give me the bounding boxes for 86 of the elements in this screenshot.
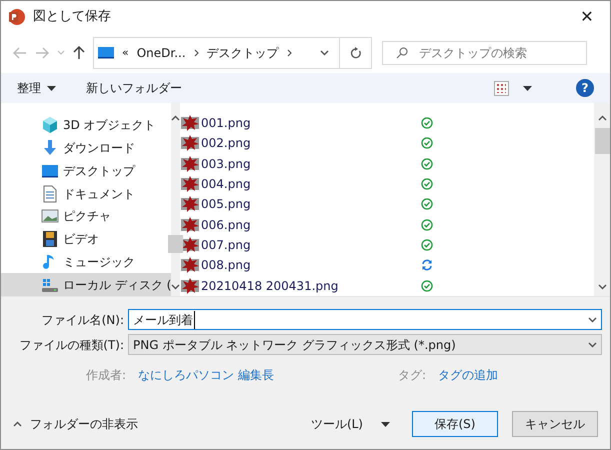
new-folder-button[interactable]: 新しいフォルダー — [86, 79, 182, 97]
png-file-icon — [181, 278, 199, 294]
dropdown-chevron-icon[interactable] — [320, 50, 328, 56]
filename-field[interactable]: メール到着 — [128, 309, 602, 330]
search-icon — [396, 47, 408, 59]
file-name[interactable]: 004.png — [201, 175, 251, 194]
view-options-button[interactable] — [494, 80, 532, 96]
grid-view-icon — [494, 80, 509, 96]
sync-icon — [421, 259, 433, 272]
sidebar-item[interactable]: ピクチャ — [1, 205, 172, 228]
hide-folders-button[interactable]: フォルダーの非表示 — [13, 415, 138, 433]
author-link[interactable]: なにしろパソコン 編集長 — [138, 366, 350, 384]
sidebar-item[interactable]: ビデオ — [1, 228, 172, 250]
check-circle-icon — [421, 280, 433, 292]
cube-icon — [41, 116, 59, 134]
file-name[interactable]: 005.png — [201, 195, 251, 214]
address-bar[interactable]: « OneDr... デスクトップ — [93, 37, 372, 69]
tags-label: タグ: — [398, 367, 426, 384]
app-logo-icon — [9, 9, 25, 25]
field-label: ファイルの種類(T): — [18, 336, 124, 354]
check-circle-icon — [421, 178, 433, 190]
file-name[interactable]: 006.png — [201, 216, 251, 234]
check-circle-icon — [421, 137, 433, 150]
image-icon — [41, 207, 59, 226]
organize-menu-button[interactable]: 整理 — [17, 79, 56, 97]
png-file-icon — [181, 257, 199, 274]
up-arrow-icon[interactable] — [73, 46, 85, 60]
monitor-icon — [98, 47, 114, 59]
tags-link[interactable]: タグの追加 — [438, 366, 498, 384]
filename-value: メール到着 — [133, 310, 195, 328]
window-title: 図として保存 — [33, 8, 111, 26]
file-name[interactable]: 002.png — [201, 134, 251, 152]
refresh-icon[interactable] — [350, 46, 362, 60]
tools-menu-button[interactable]: ツール(L) — [310, 415, 390, 433]
file-name[interactable]: 007.png — [201, 236, 251, 254]
png-file-icon — [181, 156, 199, 172]
path-segment[interactable]: OneDr... — [136, 44, 186, 62]
sidebar-item[interactable]: 3D オブジェクト — [1, 114, 172, 137]
breadcrumb-chevron-icon[interactable] — [194, 49, 199, 57]
caret-icon — [47, 86, 56, 90]
caret-icon — [381, 422, 390, 426]
breadcrumb-chevron-icon[interactable] — [286, 49, 292, 57]
save-button[interactable]: 保存(S) — [412, 411, 498, 437]
file-type-dropdown[interactable]: PNG ポータブル ネットワーク グラフィックス形式 (*.png) — [128, 334, 602, 355]
close-button[interactable]: ✕ — [572, 3, 602, 31]
sidebar-item[interactable]: ミュージック — [1, 250, 172, 274]
file-name[interactable]: 001.png — [201, 114, 251, 132]
png-file-icon — [181, 176, 199, 192]
png-file-icon — [181, 115, 199, 132]
cancel-button[interactable]: キャンセル — [512, 411, 598, 437]
file-name[interactable]: 003.png — [201, 154, 251, 173]
file-name[interactable]: 008.png — [201, 256, 251, 274]
document-icon — [41, 184, 59, 203]
file-name[interactable]: 20210418 200431.png — [201, 276, 338, 295]
overflow-chevrons[interactable]: « — [122, 44, 129, 62]
help-button[interactable]: ? — [576, 79, 594, 97]
caret-icon — [523, 86, 532, 90]
scroll-down-icon[interactable] — [171, 284, 180, 290]
sidebar-scrollbar[interactable] — [171, 103, 180, 296]
film-icon — [41, 230, 59, 248]
sidebar-item[interactable]: ドキュメント — [1, 182, 172, 205]
sidebar-item[interactable]: ローカル ディスク ( — [1, 273, 172, 296]
check-circle-icon — [421, 198, 433, 210]
png-file-icon — [181, 216, 199, 233]
scrollbar-thumb[interactable] — [594, 128, 610, 154]
scroll-up-icon[interactable] — [598, 115, 606, 121]
down-arrow-icon — [41, 139, 59, 158]
scroll-down-icon[interactable] — [598, 284, 606, 290]
png-file-icon — [181, 135, 199, 152]
check-circle-icon — [421, 117, 433, 130]
png-file-icon — [181, 196, 199, 212]
check-circle-icon — [421, 218, 433, 231]
file-list-scrollbar[interactable] — [594, 103, 610, 296]
check-circle-icon — [421, 239, 433, 252]
scrollbar-thumb[interactable] — [168, 235, 184, 253]
dropdown-chevron-icon[interactable] — [588, 342, 597, 348]
path-segment[interactable]: デスクトップ — [206, 44, 279, 62]
caret-up-icon[interactable] — [13, 421, 22, 427]
sidebar-item[interactable]: デスクトップ — [1, 160, 172, 182]
sidebar-item[interactable]: ダウンロード — [1, 136, 172, 160]
field-label: ファイル名(N): — [40, 312, 124, 328]
dropdown-chevron-icon[interactable] — [588, 316, 597, 322]
search-field[interactable]: デスクトップの検索 — [382, 41, 587, 65]
author-label: 作成者: — [84, 367, 126, 384]
check-circle-icon — [421, 158, 433, 170]
scroll-up-icon[interactable] — [171, 115, 180, 121]
